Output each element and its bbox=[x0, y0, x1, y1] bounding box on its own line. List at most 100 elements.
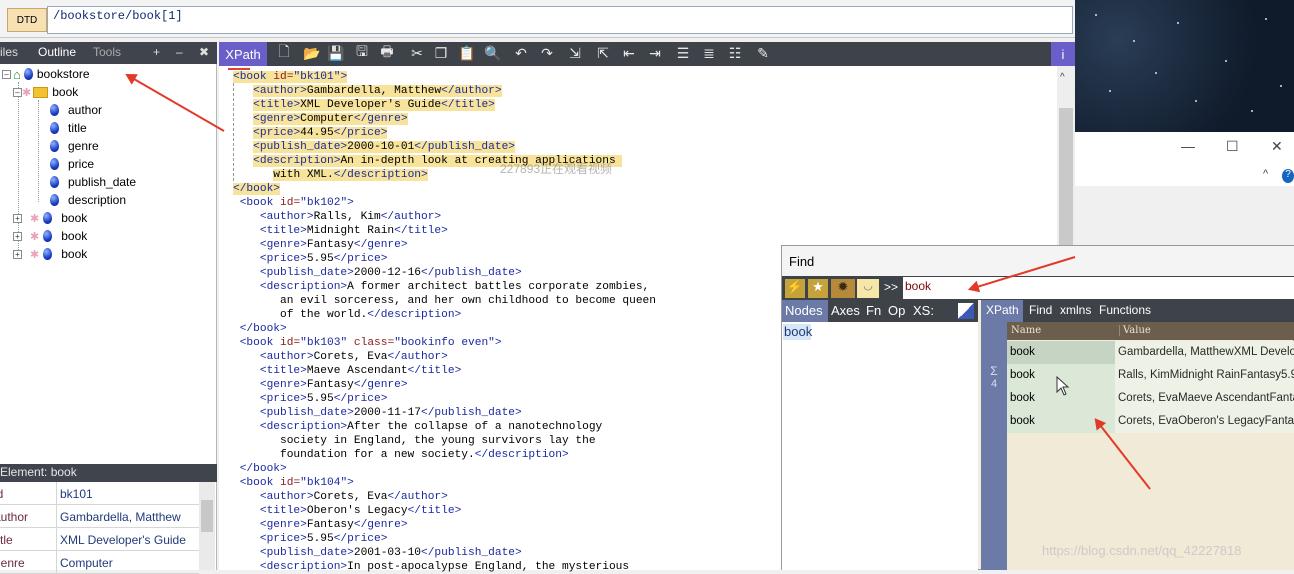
tab-files[interactable]: iles bbox=[0, 45, 18, 59]
element-icon bbox=[23, 68, 33, 80]
column-name[interactable]: Name bbox=[1011, 325, 1041, 336]
prop-row-author[interactable]: authorGambardella, Matthew bbox=[0, 505, 199, 528]
tab-find[interactable]: Find bbox=[1029, 303, 1052, 317]
tree-node-book-2[interactable]: + ✱ book bbox=[13, 209, 87, 227]
element-icon bbox=[43, 248, 53, 260]
toggle-icon[interactable] bbox=[958, 303, 974, 319]
save-all-icon[interactable]: 🖫 bbox=[353, 43, 371, 62]
move-left-icon[interactable]: ⇤ bbox=[620, 44, 638, 62]
code-text: <book id="bk101"> <author>Gambardella, M… bbox=[233, 71, 656, 573]
tab-functions[interactable]: Functions bbox=[1099, 303, 1151, 317]
tab-xpath-find[interactable]: XPath bbox=[981, 300, 1023, 322]
results-header: Name Value bbox=[1007, 322, 1294, 340]
tab-xs[interactable]: XS: bbox=[913, 303, 934, 318]
cut-icon[interactable]: ✂ bbox=[408, 44, 426, 62]
prop-row-title[interactable]: titleXML Developer's Guide bbox=[0, 528, 199, 551]
help-icon[interactable]: ? bbox=[1282, 169, 1294, 183]
tree-node-price[interactable]: price bbox=[50, 155, 94, 173]
element-icon bbox=[50, 158, 59, 170]
close-panel-button[interactable]: ✖ bbox=[199, 45, 209, 59]
outdent-icon[interactable]: ⇱ bbox=[594, 44, 612, 62]
edit-icon[interactable]: ✎ bbox=[754, 44, 772, 62]
star-icon: ✱ bbox=[30, 248, 40, 261]
result-row[interactable]: book Gambardella, MatthewXML Develope bbox=[1007, 341, 1294, 364]
find-icon[interactable]: 🔍 bbox=[484, 44, 502, 62]
element-icon bbox=[50, 140, 59, 152]
tab-outline[interactable]: Outline bbox=[38, 45, 76, 59]
remove-button[interactable]: – bbox=[176, 45, 183, 59]
result-row[interactable]: book Corets, EvaOberon's LegacyFantasy5 bbox=[1007, 410, 1294, 433]
lightning-icon[interactable]: ⚡ bbox=[785, 279, 805, 298]
tab-xmlns[interactable]: xmlns bbox=[1060, 303, 1091, 317]
dtd-button[interactable]: DTD bbox=[7, 8, 47, 32]
tab-xpath[interactable]: XPath bbox=[219, 42, 267, 66]
element-panel-header: Element: book bbox=[0, 464, 217, 482]
find-input[interactable]: book bbox=[903, 277, 1294, 299]
element-icon bbox=[50, 104, 59, 116]
collapse-icon[interactable]: – bbox=[13, 87, 22, 97]
node-list-item[interactable]: book bbox=[783, 324, 812, 340]
prop-row-genre[interactable]: genreComputer bbox=[0, 551, 199, 574]
tree-line bbox=[38, 100, 39, 202]
list-icon[interactable]: ☷ bbox=[726, 44, 744, 62]
undo-icon[interactable]: ↶ bbox=[512, 44, 530, 62]
star-icon: ✱ bbox=[30, 230, 40, 243]
tree-node-author[interactable]: author bbox=[50, 101, 102, 119]
star-icon[interactable]: ★ bbox=[808, 279, 828, 298]
xpath-input[interactable]: /bookstore/book[1] bbox=[47, 6, 1073, 34]
expand-icon[interactable]: + bbox=[13, 213, 22, 223]
expand-icon[interactable]: + bbox=[13, 231, 22, 241]
tree-node-genre[interactable]: genre bbox=[50, 137, 99, 155]
tree-node-book-3[interactable]: + ✱ book bbox=[13, 227, 87, 245]
tree-node-publish-date[interactable]: publish_date bbox=[50, 173, 136, 191]
editor-scroll-thumb[interactable] bbox=[1059, 108, 1073, 248]
result-count-bar: Σ 4 bbox=[981, 300, 1007, 570]
star-icon: ✱ bbox=[22, 86, 32, 99]
tab-axes[interactable]: Axes bbox=[831, 303, 860, 318]
tab-fn[interactable]: Fn bbox=[866, 303, 881, 318]
properties-scrollbar[interactable] bbox=[199, 482, 215, 570]
prop-row-id[interactable]: idbk101 bbox=[0, 482, 199, 505]
format-icon[interactable]: ≣ bbox=[700, 44, 718, 62]
watermark: https://blog.csdn.net/qq_42227818 bbox=[1042, 543, 1242, 558]
minimize-icon[interactable]: — bbox=[1181, 138, 1195, 154]
tab-op[interactable]: Op bbox=[888, 303, 905, 318]
redo-icon[interactable]: ↷ bbox=[538, 44, 556, 62]
expand-icon[interactable]: + bbox=[13, 249, 22, 259]
video-overlay-text: 227893正在观看视频 bbox=[500, 162, 613, 176]
column-value[interactable]: Value bbox=[1119, 325, 1151, 336]
maximize-icon[interactable]: ☐ bbox=[1226, 138, 1239, 155]
scroll-up-icon[interactable]: ^ bbox=[1060, 72, 1065, 83]
close-icon[interactable]: ✕ bbox=[1271, 138, 1283, 155]
result-row[interactable]: book Corets, EvaMaeve AscendantFantas bbox=[1007, 387, 1294, 410]
tree-node-book-4[interactable]: + ✱ book bbox=[13, 245, 87, 263]
sigma-icon: Σ bbox=[990, 364, 998, 378]
tree-node-book[interactable]: – ✱ book bbox=[13, 83, 78, 101]
add-button[interactable]: + bbox=[153, 45, 160, 59]
result-count: 4 bbox=[990, 378, 998, 390]
home-icon: ⌂ bbox=[13, 66, 21, 82]
tree-node-description[interactable]: description bbox=[50, 191, 126, 209]
print-icon[interactable]: 🖶 bbox=[378, 43, 396, 62]
highlight-icon[interactable]: ◡ bbox=[857, 279, 879, 298]
move-right-icon[interactable]: ⇥ bbox=[646, 44, 664, 62]
element-icon bbox=[43, 212, 53, 224]
copy-icon[interactable]: ❐ bbox=[432, 44, 450, 62]
info-button[interactable]: i bbox=[1051, 42, 1075, 66]
paste-icon[interactable]: 📋 bbox=[458, 44, 476, 62]
indent-icon[interactable]: ⇲ bbox=[566, 44, 584, 62]
gear-icon[interactable]: ✹ bbox=[831, 279, 855, 298]
find-right-tabs: XPath Find xmlns Functions bbox=[981, 300, 1294, 322]
result-row[interactable]: book Ralls, KimMidnight RainFantasy5.952 bbox=[1007, 364, 1294, 387]
align-icon[interactable]: ☰ bbox=[674, 44, 692, 62]
run-icon[interactable]: >> bbox=[884, 280, 898, 294]
tree-node-bookstore[interactable]: – ⌂ bookstore bbox=[2, 65, 90, 83]
collapse-icon[interactable]: – bbox=[2, 69, 11, 79]
chevron-up-icon[interactable]: ^ bbox=[1263, 168, 1268, 180]
save-icon[interactable]: 💾 bbox=[327, 44, 345, 62]
tab-tools[interactable]: Tools bbox=[93, 45, 121, 59]
new-file-icon[interactable]: 🗋 bbox=[275, 43, 293, 62]
open-folder-icon[interactable]: 📂 bbox=[303, 44, 321, 62]
element-icon bbox=[50, 176, 59, 188]
tree-node-title[interactable]: title bbox=[50, 119, 87, 137]
